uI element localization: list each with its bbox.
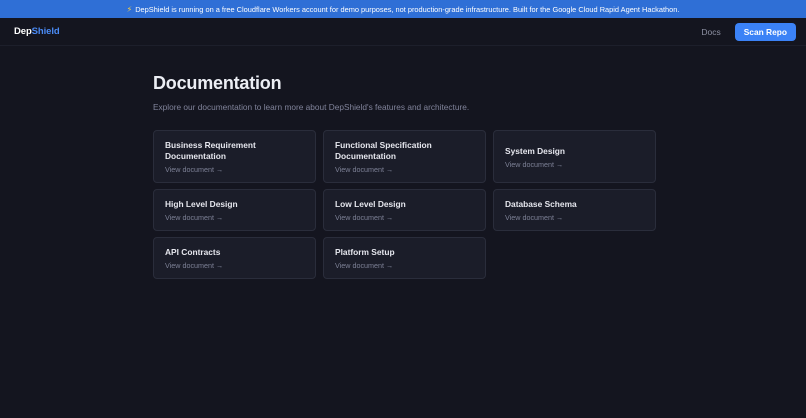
page-title: Documentation	[153, 73, 282, 93]
logo[interactable]: DepShield	[14, 26, 60, 37]
doc-card-title: System Design	[505, 145, 566, 156]
top-navbar: DepShield Docs Scan Repo	[0, 18, 806, 46]
main-content: Documentation Explore our documentation …	[0, 46, 806, 279]
scan-repo-button[interactable]: Scan Repo	[734, 22, 796, 41]
doc-card-api-contracts[interactable]: API Contracts View document →	[153, 237, 316, 279]
doc-card-title: Business Requirement Documentation	[165, 140, 256, 161]
banner-text: DepShield is running on a free Cloudflar…	[135, 4, 680, 14]
view-document-link[interactable]: View document →	[505, 213, 644, 222]
doc-card-title: API Contracts	[165, 247, 221, 257]
docs-link[interactable]: Docs	[701, 27, 720, 37]
view-document-link[interactable]: View document →	[165, 165, 304, 174]
view-document-link[interactable]: View document →	[335, 213, 474, 222]
documents-grid: Business Requirement Documentation View …	[153, 130, 656, 279]
doc-card-system-design[interactable]: System Design View document →	[493, 130, 656, 183]
doc-card-functional-specification[interactable]: Functional Specification Documentation V…	[323, 130, 486, 183]
view-document-link[interactable]: View document →	[335, 261, 474, 270]
doc-card-platform-setup[interactable]: Platform Setup View document →	[323, 237, 486, 279]
doc-card-low-level-design[interactable]: Low Level Design View document →	[323, 189, 486, 231]
view-document-link[interactable]: View document →	[335, 165, 474, 174]
doc-card-title: High Level Design	[165, 199, 238, 209]
logo-text-dep: Dep	[14, 26, 32, 37]
doc-card-title: Functional Specification Documentation	[335, 140, 432, 161]
demo-banner: ⚡ DepShield is running on a free Cloudfl…	[0, 0, 806, 18]
doc-card-high-level-design[interactable]: High Level Design View document →	[153, 189, 316, 231]
doc-card-title: Platform Setup	[335, 247, 395, 257]
logo-text-shield: Shield	[31, 26, 60, 37]
doc-card-title: Database Schema	[505, 199, 577, 209]
lightning-icon: ⚡	[126, 4, 133, 14]
doc-card-title: Low Level Design	[335, 199, 406, 209]
view-document-link[interactable]: View document →	[505, 160, 644, 169]
doc-card-database-schema[interactable]: Database Schema View document →	[493, 189, 656, 231]
view-document-link[interactable]: View document →	[165, 213, 304, 222]
view-document-link[interactable]: View document →	[165, 261, 304, 270]
page-subtitle: Explore our documentation to learn more …	[153, 102, 470, 112]
nav-actions: Docs Scan Repo	[701, 22, 796, 41]
doc-card-business-requirement[interactable]: Business Requirement Documentation View …	[153, 130, 316, 183]
